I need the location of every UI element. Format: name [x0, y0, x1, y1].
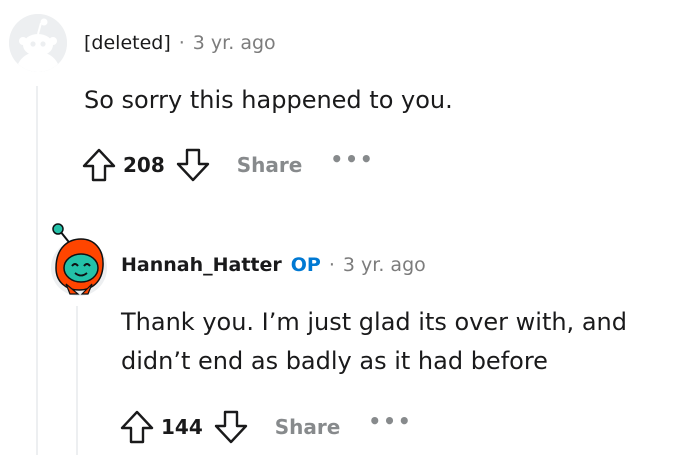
snoo-default-avatar-icon	[9, 14, 67, 72]
avatar-deleted-user[interactable]	[9, 14, 67, 72]
share-button[interactable]: Share	[275, 415, 341, 439]
comment-actions-top: 208 Share •••	[79, 145, 375, 185]
comment-author[interactable]: [deleted]	[84, 32, 171, 54]
comment-author[interactable]: Hannah_Hatter	[121, 254, 282, 276]
meta-separator: ·	[178, 32, 185, 54]
avatar-hannah-hatter[interactable]	[48, 222, 110, 296]
downvote-icon[interactable]	[173, 145, 213, 185]
comment-body-line: didn’t end as badly as it had before	[121, 347, 548, 375]
downvote-icon[interactable]	[211, 407, 251, 447]
upvote-icon[interactable]	[117, 407, 157, 447]
vote-score: 144	[161, 415, 203, 439]
comment-body-reply: Thank you. I’m just glad its over with, …	[121, 303, 627, 381]
comment-timestamp[interactable]: 3 yr. ago	[193, 32, 276, 54]
upvote-icon[interactable]	[79, 145, 119, 185]
thread-line-reply[interactable]	[76, 306, 78, 455]
thread-line-top[interactable]	[36, 86, 38, 455]
more-options-button[interactable]: •••	[368, 409, 412, 433]
meta-separator: ·	[328, 254, 335, 276]
comment-meta-reply: Hannah_Hatter OP · 3 yr. ago	[121, 254, 426, 276]
more-options-button[interactable]: •••	[330, 147, 374, 171]
snoo-orange-hood-avatar-icon	[51, 223, 107, 296]
comment-timestamp[interactable]: 3 yr. ago	[343, 254, 426, 276]
comment-meta-top: [deleted] · 3 yr. ago	[84, 32, 276, 54]
comment-body-top: So sorry this happened to you.	[84, 86, 453, 114]
op-badge: OP	[290, 254, 321, 276]
vote-score: 208	[123, 153, 165, 177]
comment-actions-reply: 144 Share •••	[117, 407, 413, 447]
comment-body-line: Thank you. I’m just glad its over with, …	[121, 308, 627, 336]
share-button[interactable]: Share	[237, 153, 303, 177]
